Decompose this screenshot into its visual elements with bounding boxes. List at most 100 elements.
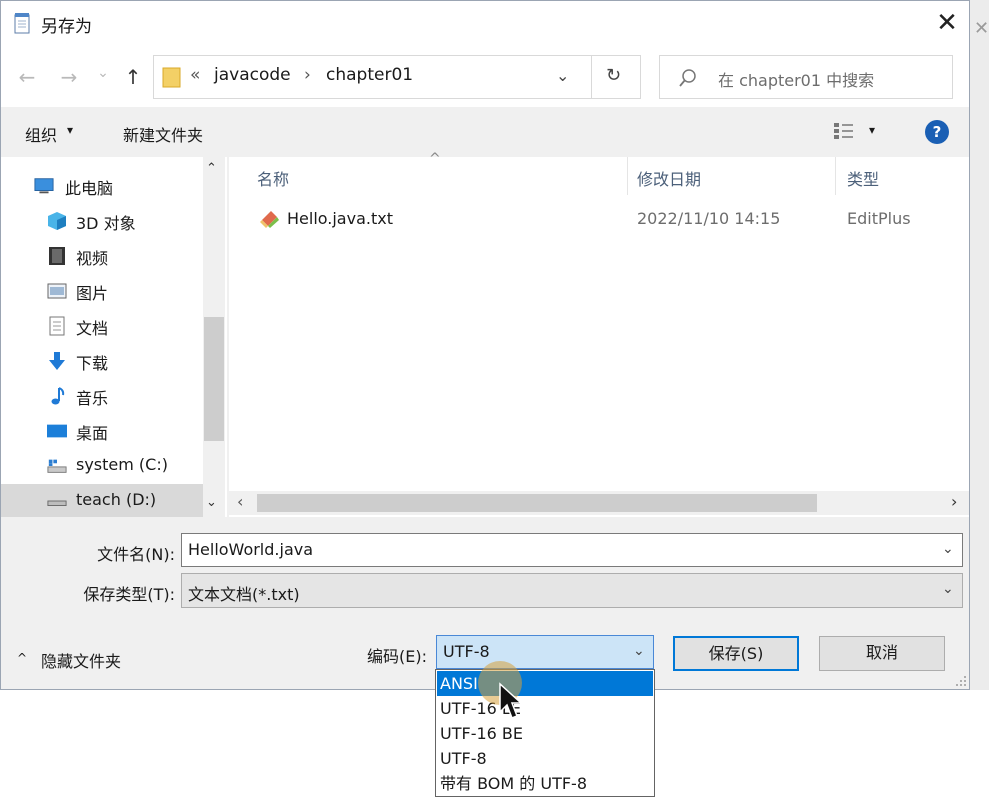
file-list[interactable]: ^ 名称 修改日期 类型 Hello.java.txt 2022/11/10 1… [229,151,969,517]
encoding-option-utf8[interactable]: UTF-8 [437,746,653,771]
refresh-button[interactable]: ↻ [606,65,621,86]
address-divider [591,56,592,98]
chevron-up-icon[interactable]: ^ [17,651,27,665]
sidebar-item-label: 桌面 [76,424,109,443]
filename-input[interactable]: HelloWorld.java ⌄ [181,533,963,567]
address-row: ← → ⌄ ↑ « javacode › chapter01 ⌄ ↻ 在 cha… [1,45,969,107]
folder-icon [162,67,181,88]
address-dropdown-button[interactable]: ⌄ [556,66,569,85]
sidebar-item-teach-d[interactable]: teach (D:) [1,484,203,517]
sidebar-item-label: 3D 对象 [76,214,136,233]
breadcrumb-chapter01[interactable]: chapter01 [326,65,413,85]
encoding-dropdown-icon[interactable]: ⌄ [633,643,645,659]
command-bar: 组织 ▾ 新建文件夹 ▾ ? [1,107,969,157]
file-row[interactable]: Hello.java.txt 2022/11/10 14:15 EditPlus [229,201,969,235]
sidebar-item-desktop[interactable]: 桌面 [1,414,203,448]
sidebar-item-label: system (C:) [76,455,168,474]
back-button[interactable]: ← [13,63,41,91]
view-options-icon[interactable] [833,121,859,141]
filetype-dropdown-icon[interactable]: ⌄ [942,581,954,597]
encoding-value: UTF-8 [443,642,490,661]
encoding-option-utf16be[interactable]: UTF-16 BE [437,721,653,746]
chevron-down-icon[interactable]: ▾ [67,123,73,137]
filetype-select[interactable]: 文本文档(*.txt) ⌄ [181,573,963,608]
search-field[interactable]: 在 chapter01 中搜索 [659,55,953,99]
navigation-pane[interactable]: 此电脑 3D 对象 视频 图片 文档 下载 音乐 桌面 system (C:) … [1,157,227,517]
sidebar-item-3d-objects[interactable]: 3D 对象 [1,204,203,238]
column-header-date[interactable]: 修改日期 [637,157,701,195]
organize-button[interactable]: 组织 [25,122,57,146]
up-button[interactable]: ↑ [119,63,147,91]
column-header-name[interactable]: 名称 [257,157,289,195]
file-date: 2022/11/10 14:15 [637,209,781,228]
sidebar-item-label: 下载 [76,354,109,373]
scroll-down-icon[interactable]: ⌄ [206,495,217,510]
title-bar: 另存为 ✕ [1,1,969,45]
column-header-type[interactable]: 类型 [847,157,879,195]
file-name: Hello.java.txt [287,209,393,228]
encoding-select[interactable]: UTF-8 ⌄ [436,635,654,669]
computer-icon [34,178,54,194]
file-type: EditPlus [847,209,911,228]
document-icon [49,316,65,336]
help-button[interactable]: ? [925,120,949,144]
new-folder-button[interactable]: 新建文件夹 [123,122,203,146]
encoding-option-ansi[interactable]: ANSI [437,671,653,696]
sidebar-item-label: 此电脑 [65,179,114,198]
sidebar-item-label: 文档 [76,319,109,338]
sidebar-item-videos[interactable]: 视频 [1,239,203,273]
search-placeholder: 在 chapter01 中搜索 [718,71,875,90]
filename-value: HelloWorld.java [188,540,314,559]
editplus-file-icon [260,211,279,228]
sidebar-item-label: teach (D:) [76,490,157,509]
download-icon [49,352,65,370]
desktop-icon [47,424,67,438]
picture-icon [47,283,67,299]
encoding-option-utf16le[interactable]: UTF-16 LE [437,696,653,721]
horizontal-scrollbar[interactable]: ‹ › [229,491,969,515]
dialog-title: 另存为 [41,17,92,37]
horizontal-scrollbar-thumb[interactable] [257,494,817,512]
mouse-cursor-icon [499,682,522,719]
breadcrumb-javacode[interactable]: javacode [214,65,291,85]
overflow-chevron[interactable]: « [190,65,200,85]
breadcrumb-separator[interactable]: › [304,65,311,85]
filetype-label: 保存类型(T): [83,585,175,604]
resize-grip-icon[interactable] [953,673,967,687]
drive-icon [47,500,67,507]
column-divider[interactable] [835,157,836,195]
forward-button[interactable]: → [55,63,83,91]
sidebar-item-label: 图片 [76,284,109,303]
filename-label: 文件名(N): [97,545,175,564]
scroll-left-icon[interactable]: ‹ [237,492,243,511]
search-icon [679,69,696,87]
nav-scrollbar-thumb[interactable] [204,317,224,441]
scroll-up-icon[interactable]: ⌃ [206,161,217,176]
filename-dropdown-icon[interactable]: ⌄ [942,541,954,557]
system-drive-icon [47,459,67,473]
filetype-value: 文本文档(*.txt) [188,585,300,604]
cube-3d-icon [48,212,66,230]
scroll-right-icon[interactable]: › [951,492,957,511]
sidebar-item-pictures[interactable]: 图片 [1,274,203,308]
sidebar-item-label: 视频 [76,249,109,268]
cancel-button[interactable]: 取消 [819,636,945,671]
sidebar-item-label: 音乐 [76,389,109,408]
column-divider[interactable] [627,157,628,195]
save-button[interactable]: 保存(S) [673,636,799,671]
recent-locations-button[interactable]: ⌄ [89,59,117,87]
sidebar-item-documents[interactable]: 文档 [1,309,203,343]
video-icon [49,247,65,265]
hide-folders-button[interactable]: 隐藏文件夹 [41,648,121,672]
close-button[interactable]: ✕ [929,7,965,41]
sidebar-item-downloads[interactable]: 下载 [1,344,203,378]
background-window [970,0,989,690]
sidebar-item-system-c[interactable]: system (C:) [1,449,203,483]
address-bar[interactable]: « javacode › chapter01 ⌄ ↻ [153,55,641,99]
encoding-dropdown-list[interactable]: ANSI UTF-16 LE UTF-16 BE UTF-8 带有 BOM 的 … [435,669,655,797]
music-icon [51,387,65,405]
sidebar-item-music[interactable]: 音乐 [1,379,203,413]
view-dropdown-icon[interactable]: ▾ [869,123,875,137]
encoding-option-utf8-bom[interactable]: 带有 BOM 的 UTF-8 [437,771,653,796]
sidebar-item-this-pc[interactable]: 此电脑 [1,169,203,203]
